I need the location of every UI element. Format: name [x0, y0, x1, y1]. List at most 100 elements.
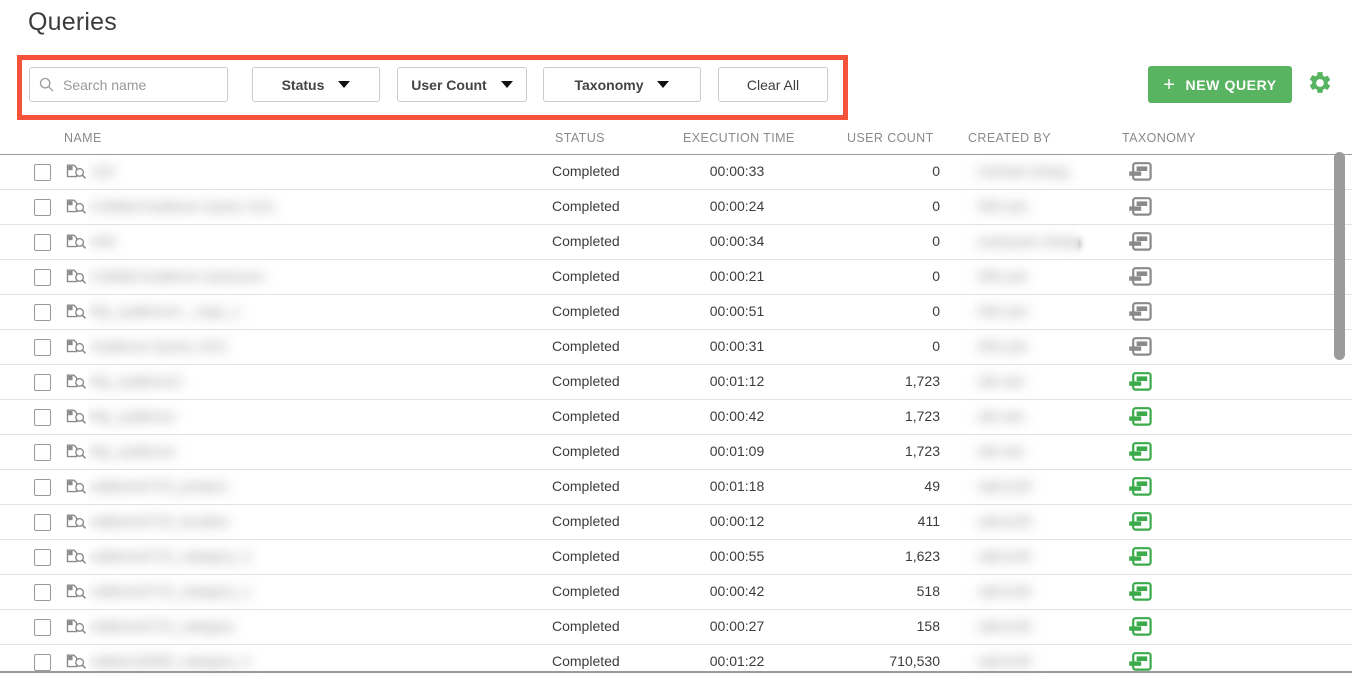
search-input-wrapper[interactable] — [29, 67, 228, 102]
clear-all-label: Clear All — [746, 76, 800, 93]
document-search-icon[interactable] — [66, 339, 86, 362]
row-checkbox[interactable] — [34, 339, 51, 356]
cell-name: Audience Query 1221 — [92, 338, 228, 354]
cell-created-by: sde1128 — [978, 618, 1031, 634]
column-header-created-by[interactable]: CREATED BY — [968, 131, 1051, 145]
document-search-icon[interactable] — [66, 584, 86, 607]
cell-execution-time: 00:00:34 — [709, 233, 765, 249]
cell-name: My_audience — [92, 408, 176, 424]
row-checkbox[interactable] — [34, 619, 51, 636]
cell-name: My_audience — [92, 443, 176, 459]
cell-status: Completed — [552, 268, 620, 284]
cell-execution-time: 00:00:55 — [709, 548, 765, 564]
document-search-icon[interactable] — [66, 619, 86, 642]
table-row[interactable]: Audience Query 1221 Completed 00:00:31 0 000… — [0, 330, 1352, 365]
row-checkbox[interactable] — [34, 164, 51, 181]
row-checkbox[interactable] — [34, 654, 51, 671]
column-header-user-count[interactable]: USER COUNT — [847, 131, 934, 145]
taxonomy-layout-icon[interactable] — [1128, 547, 1152, 571]
cell-status: Completed — [552, 338, 620, 354]
taxonomy-layout-icon[interactable] — [1128, 372, 1152, 396]
table-row[interactable]: Untitled Audience Query 1111 Completed 00:… — [0, 190, 1352, 225]
document-search-icon[interactable] — [66, 514, 86, 537]
taxonomy-layout-icon[interactable] — [1128, 197, 1152, 221]
document-search-icon[interactable] — [66, 444, 86, 467]
row-checkbox[interactable] — [34, 234, 51, 251]
table-row[interactable]: sddemo0506_category_2 Completed 00:01:22 71… — [0, 645, 1352, 678]
filter-taxonomy-dropdown[interactable]: Taxonomy — [543, 67, 701, 102]
row-checkbox[interactable] — [34, 479, 51, 496]
vertical-scrollbar-thumb[interactable] — [1334, 152, 1345, 360]
row-checkbox[interactable] — [34, 409, 51, 426]
cell-status: Completed — [552, 548, 620, 564]
taxonomy-layout-icon[interactable] — [1128, 582, 1152, 606]
document-search-icon[interactable] — [66, 654, 86, 677]
document-search-icon[interactable] — [66, 549, 86, 572]
filter-user-count-dropdown[interactable]: User Count — [397, 67, 527, 102]
taxonomy-layout-icon[interactable] — [1128, 162, 1152, 186]
cell-status: Completed — [552, 198, 620, 214]
table-row[interactable]: sddemo0715_location Completed 00:00:12 411 s… — [0, 505, 1352, 540]
document-search-icon[interactable] — [66, 199, 86, 222]
taxonomy-layout-icon[interactable] — [1128, 477, 1152, 501]
taxonomy-layout-icon[interactable] — [1128, 302, 1152, 326]
settings-button[interactable] — [1306, 70, 1334, 98]
cell-created-by: 000 yan — [978, 303, 1028, 319]
search-input[interactable] — [61, 75, 211, 94]
cell-user-count: 49 — [924, 478, 940, 494]
cell-execution-time: 00:00:51 — [709, 303, 765, 319]
column-header-status[interactable]: STATUS — [555, 131, 605, 145]
document-search-icon[interactable] — [66, 304, 86, 327]
document-search-icon[interactable] — [66, 479, 86, 502]
row-checkbox[interactable] — [34, 514, 51, 531]
table-row[interactable]: 110 Completed 00:00:33 0 michael zhang — [0, 155, 1352, 190]
table-row[interactable]: My_audience Completed 00:00:42 1,723 sile we… — [0, 400, 1352, 435]
table-row[interactable]: sddemo0715_product Completed 00:01:18 49 sde… — [0, 470, 1352, 505]
cell-status: Completed — [552, 233, 620, 249]
table-row[interactable]: sddemo0715_category_3 Completed 00:00:55 1,… — [0, 540, 1352, 575]
cell-status: Completed — [552, 443, 620, 459]
row-checkbox[interactable] — [34, 199, 51, 216]
clear-all-button[interactable]: Clear All — [718, 67, 828, 102]
taxonomy-layout-icon[interactable] — [1128, 617, 1152, 641]
column-header-name[interactable]: NAME — [64, 131, 102, 145]
table-row[interactable]: 444 Completed 00:00:34 0 yuanyuan zhang — [0, 225, 1352, 260]
row-checkbox[interactable] — [34, 269, 51, 286]
document-search-icon[interactable] — [66, 374, 86, 397]
row-checkbox[interactable] — [34, 444, 51, 461]
taxonomy-layout-icon[interactable] — [1128, 442, 1152, 466]
table-row[interactable]: My_audience1 Completed 00:01:12 1,723 sile w… — [0, 365, 1352, 400]
cell-status: Completed — [552, 163, 620, 179]
table-row[interactable]: sddemo0715_category_1 Completed 00:00:42 51… — [0, 575, 1352, 610]
taxonomy-layout-icon[interactable] — [1128, 232, 1152, 256]
taxonomy-layout-icon[interactable] — [1128, 267, 1152, 291]
column-header-taxonomy[interactable]: TAXONOMY — [1122, 131, 1196, 145]
cell-user-count: 1,723 — [904, 443, 940, 459]
cell-execution-time: 00:01:18 — [709, 478, 765, 494]
column-header-execution-time[interactable]: EXECUTION TIME — [683, 131, 795, 145]
document-search-icon[interactable] — [66, 234, 86, 257]
table-row[interactable]: My_audience Completed 00:01:09 1,723 sile we… — [0, 435, 1352, 470]
filter-status-dropdown[interactable]: Status — [252, 67, 380, 102]
cell-execution-time: 00:00:42 — [709, 408, 765, 424]
cell-name: sddemo0715_category_1 — [92, 583, 251, 599]
filter-user-count-label: User Count — [411, 76, 487, 93]
new-query-button[interactable]: + NEW QUERY — [1148, 66, 1292, 103]
row-checkbox[interactable] — [34, 374, 51, 391]
document-search-icon[interactable] — [66, 164, 86, 187]
row-checkbox[interactable] — [34, 584, 51, 601]
row-checkbox[interactable] — [34, 549, 51, 566]
table-row[interactable]: sddemo0715_category Completed 00:00:27 158 s… — [0, 610, 1352, 645]
vertical-scrollbar-track[interactable] — [1352, 122, 1369, 678]
table-row[interactable]: Untitled Audience Queryxxx Completed 00:00… — [0, 260, 1352, 295]
taxonomy-layout-icon[interactable] — [1128, 337, 1152, 361]
cell-execution-time: 00:00:33 — [709, 163, 765, 179]
taxonomy-layout-icon[interactable] — [1128, 512, 1152, 536]
table-row[interactable]: My_audience1 _copy_1 Completed 00:00:51 0 00… — [0, 295, 1352, 330]
taxonomy-layout-icon[interactable] — [1128, 407, 1152, 431]
row-checkbox[interactable] — [34, 304, 51, 321]
cell-name: My_audience1 _copy_1 — [92, 303, 240, 319]
document-search-icon[interactable] — [66, 269, 86, 292]
cell-status: Completed — [552, 373, 620, 389]
document-search-icon[interactable] — [66, 409, 86, 432]
